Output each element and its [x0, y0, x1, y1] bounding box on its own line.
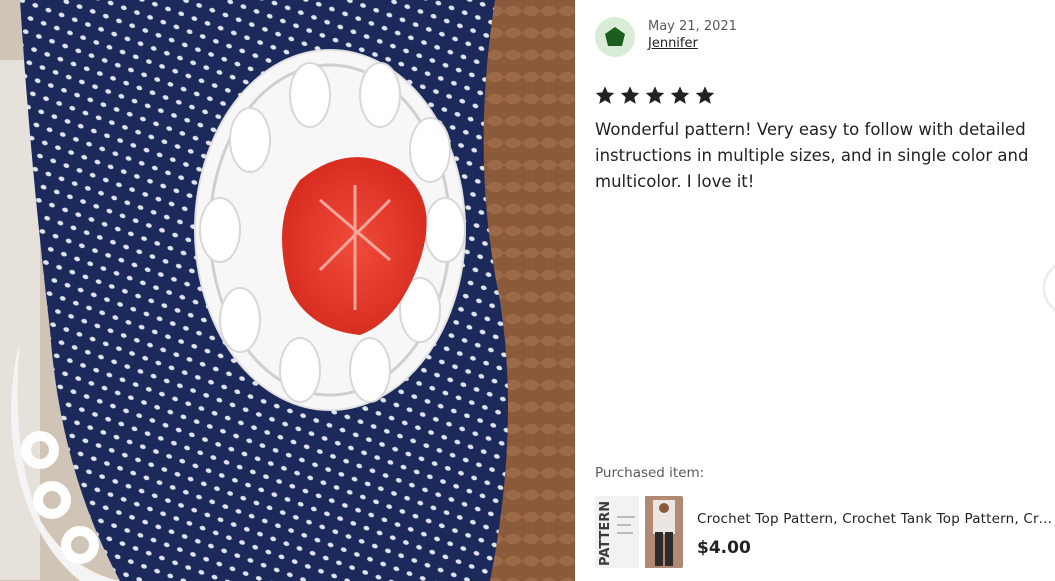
listing-thumbnail-image: PATTERN	[595, 496, 683, 568]
purchased-item-title[interactable]: Crochet Top Pattern, Crochet Tank Top Pa…	[697, 510, 1055, 528]
thumbnail-text: PATTERN	[598, 501, 613, 566]
star-rating	[594, 85, 716, 106]
review-photo	[0, 0, 575, 581]
crochet-top-photo	[0, 0, 575, 581]
review-text: Wonderful pattern! Very easy to follow w…	[595, 120, 1029, 191]
purchased-item-info: Crochet Top Pattern, Crochet Tank Top Pa…	[697, 496, 1055, 558]
purchased-item-thumbnail[interactable]: PATTERN	[595, 496, 683, 568]
reviewer-header: May 21, 2021 Jennifer	[595, 17, 737, 57]
reviewer-name-link[interactable]: Jennifer	[648, 35, 737, 52]
review-lightbox: May 21, 2021 Jennifer Wonderful pattern!…	[0, 0, 1055, 581]
star-icon	[645, 86, 665, 104]
purchased-item-link[interactable]: PATTERN Crochet Top Pattern, Crochet Tan…	[595, 496, 1055, 568]
star-icon	[695, 86, 715, 104]
review-date: May 21, 2021	[648, 19, 737, 34]
pentagon-avatar-icon	[605, 27, 625, 46]
avatar[interactable]	[595, 17, 635, 57]
purchased-item-price: $4.00	[697, 538, 751, 558]
next-review-button[interactable]	[1045, 262, 1055, 314]
star-icon	[620, 86, 640, 104]
star-icon	[670, 86, 690, 104]
star-icon	[595, 86, 615, 104]
review-panel: May 21, 2021 Jennifer Wonderful pattern!…	[575, 0, 1055, 581]
reviewer-meta: May 21, 2021 Jennifer	[648, 18, 737, 52]
purchased-item-label: Purchased item:	[595, 465, 705, 481]
